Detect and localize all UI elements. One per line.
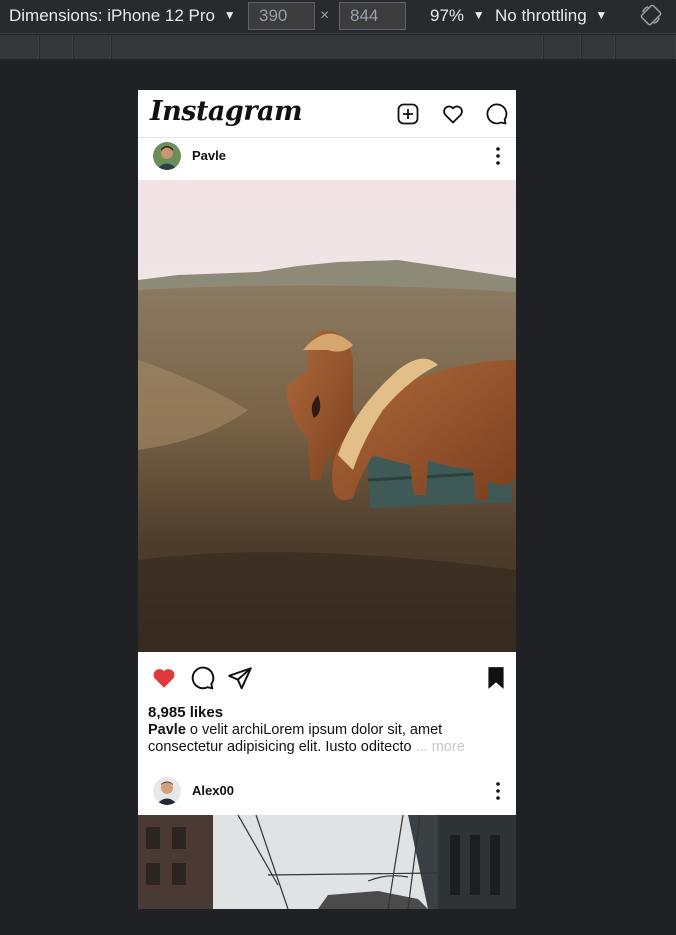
likes-count[interactable]: 8,985 likes	[148, 704, 223, 721]
share-icon[interactable]	[227, 665, 253, 691]
post-photo[interactable]	[138, 180, 516, 652]
height-input[interactable]: 844	[339, 2, 406, 30]
caption-text: o velit archiLorem ipsum dolor sit, amet…	[148, 722, 443, 755]
post-username[interactable]: Pavle	[192, 148, 226, 163]
bookmark-filled-icon[interactable]	[483, 665, 509, 691]
post-caption: Pavle o velit archiLorem ipsum dolor sit…	[148, 722, 503, 756]
chevron-down-icon: ▼	[472, 8, 485, 22]
more-options-icon[interactable]	[494, 146, 502, 166]
media-query-ruler	[0, 35, 676, 59]
avatar[interactable]	[153, 777, 181, 805]
app-header: Instagram	[138, 90, 516, 138]
heart-icon[interactable]	[441, 102, 465, 126]
ruler-segment[interactable]	[74, 35, 111, 59]
device-viewport: Instagram Pavle 8,985 likes Pavle o veli…	[138, 90, 516, 909]
more-options-icon[interactable]	[494, 781, 502, 801]
ruler-segment[interactable]	[544, 35, 581, 59]
post-photo[interactable]	[138, 815, 516, 909]
zoom-label: 97%	[430, 6, 465, 25]
messenger-icon[interactable]	[484, 102, 508, 126]
avatar[interactable]	[153, 142, 181, 170]
caption-more-link[interactable]: ... more	[412, 739, 465, 755]
device-selector[interactable]: Dimensions: iPhone 12 Pro ▼	[9, 6, 236, 26]
post-actions	[138, 652, 516, 702]
zoom-selector[interactable]: 97% ▼	[430, 6, 485, 26]
comment-icon[interactable]	[189, 665, 215, 691]
throttling-label: No throttling	[495, 6, 587, 25]
chevron-down-icon: ▼	[595, 8, 608, 22]
devtools-toolbar: Dimensions: iPhone 12 Pro ▼ 390 × 844 97…	[0, 0, 676, 34]
rotate-icon[interactable]	[640, 4, 662, 26]
chevron-down-icon: ▼	[223, 8, 236, 22]
post-header: Alex00	[138, 775, 516, 817]
caption-username[interactable]: Pavle	[148, 722, 186, 738]
width-input[interactable]: 390	[248, 2, 315, 30]
ruler-segment[interactable]	[112, 35, 543, 59]
instagram-logo[interactable]: Instagram	[150, 96, 303, 127]
times-sign: ×	[320, 7, 330, 24]
post-header: Pavle	[138, 140, 516, 182]
heart-filled-icon[interactable]	[151, 665, 177, 691]
ruler-segment[interactable]	[0, 35, 39, 59]
ruler-segment[interactable]	[582, 35, 615, 59]
new-post-icon[interactable]	[396, 102, 420, 126]
ruler-segment[interactable]	[40, 35, 73, 59]
ruler-segment[interactable]	[616, 35, 676, 59]
throttling-selector[interactable]: No throttling ▼	[495, 6, 607, 26]
post-username[interactable]: Alex00	[192, 783, 234, 798]
device-label: Dimensions: iPhone 12 Pro	[9, 6, 216, 25]
